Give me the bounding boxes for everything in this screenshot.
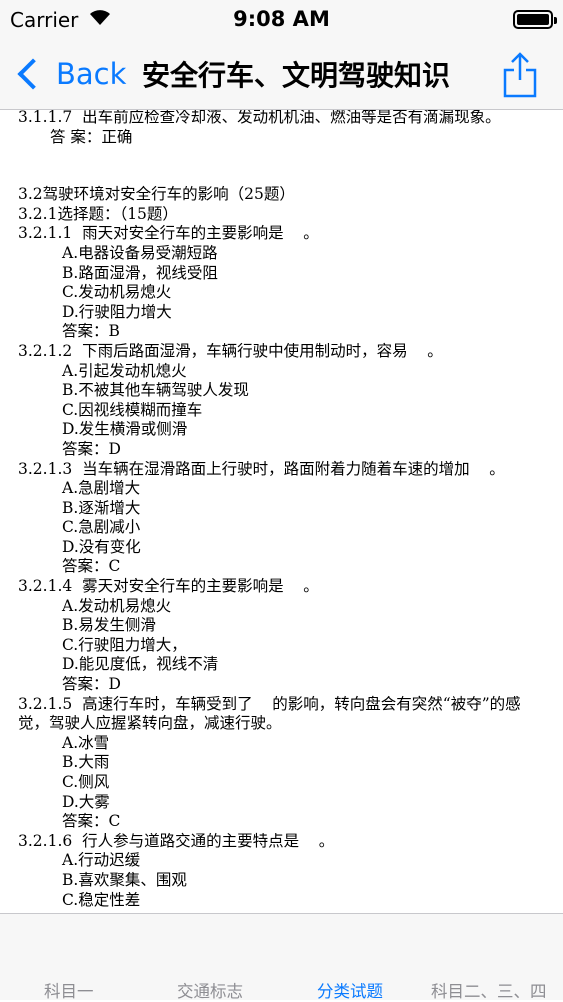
option-line: A.发动机易熄火 [62,596,172,615]
navigation-bar: Back 安全行车、文明驾驶知识 [0,40,563,110]
chevron-left-icon [17,58,49,90]
subsection-heading: 3.2.1选择题：（15题） [18,204,178,223]
question-line: 3.2.1.6 行人参与道路交通的主要特点是 。 [18,831,335,850]
tab-categorized-questions[interactable]: 分类试题 [317,978,383,1002]
tab-traffic-signs[interactable]: 交通标志 [177,978,243,1002]
option-line: A.引起发动机熄火 [62,361,187,380]
option-line: D.大雾 [62,792,110,811]
question-line: 3.2.1.1 雨天对安全行车的主要影响是 。 [18,224,319,243]
option-line: C.稳定性差 [62,890,141,909]
document-text: 3.1.1.7 出车前应检查冷却液、发动机机油、燃油等是否有滴漏现象。 答 案：… [18,110,553,910]
answer-line: 答案：D [62,675,121,694]
option-line: C.行驶阻力增大， [62,635,187,654]
option-line: B.易发生侧滑 [62,616,156,635]
option-line: B.喜欢聚集、围观 [62,870,187,889]
option-line: B.路面湿滑，视线受阻 [62,263,218,282]
option-line: B.逐渐增大 [62,498,141,517]
answer-line: 答 案：正确 [50,127,133,146]
option-line: C.侧风 [62,773,110,791]
text-line: 3.1.1.7 出车前应检查冷却液、发动机机油、燃油等是否有滴漏现象。 [18,110,501,126]
tab-bar: 科目一 交通标志 分类试题 科目二、三、四 [0,913,563,1002]
question-line: 3.2.1.5 高速行车时，车辆受到了 的影响，转向盘会有突然“被夺”的感 [18,694,521,713]
question-line-continued: 觉，驾驶人应握紧转向盘，减速行驶。 [18,714,282,733]
option-line: C.急剧减小 [62,518,141,537]
answer-line: 答案：D [62,439,121,458]
back-label: Back [56,57,127,91]
option-line: A.急剧增大 [62,479,141,498]
question-line: 3.2.1.4 雾天对安全行车的主要影响是 。 [18,577,319,596]
answer-line: 答案：B [62,322,120,341]
option-line: A.行动迟缓 [62,851,141,870]
option-line: B.不被其他车辆驾驶人发现 [62,381,249,400]
page-title: 安全行车、文明驾驶知识 [142,59,451,92]
option-line: D.发生横滑或侧滑 [62,420,188,439]
question-line: 3.2.1.2 下雨后路面湿滑，车辆行驶中使用制动时，容易 。 [18,341,443,360]
option-line: A.冰雪 [62,733,110,752]
answer-line: 答案：C [62,812,121,831]
option-line: A.电器设备易受潮短路 [62,243,218,262]
battery-icon [513,10,557,29]
tab-subject-one[interactable]: 科目一 [44,978,94,1002]
option-line: D.行驶阻力增大 [62,302,172,321]
clock: 9:08 AM [233,7,330,31]
share-icon[interactable] [502,50,538,98]
question-line: 3.2.1.3 当车辆在湿滑路面上行驶时，路面附着力随着车速的增加 。 [18,459,505,478]
tab-subjects-two-three-four[interactable]: 科目二、三、四 [431,978,547,1002]
option-line: C.因视线模糊而撞车 [62,400,203,419]
status-bar: Carrier 9:08 AM [0,0,563,40]
section-heading: 3.2驾驶环境对安全行车的影响（25题） [18,185,295,204]
document-view[interactable]: 3.1.1.7 出车前应检查冷却液、发动机机油、燃油等是否有滴漏现象。 答 案：… [0,110,563,913]
option-line: D.能见度低，视线不清 [62,655,219,674]
back-button[interactable]: Back [14,52,126,96]
option-line: B.大雨 [62,753,110,772]
answer-line: 答案：C [62,557,121,576]
option-line: D.没有变化 [62,537,141,556]
option-line: C.发动机易熄火 [62,283,172,302]
